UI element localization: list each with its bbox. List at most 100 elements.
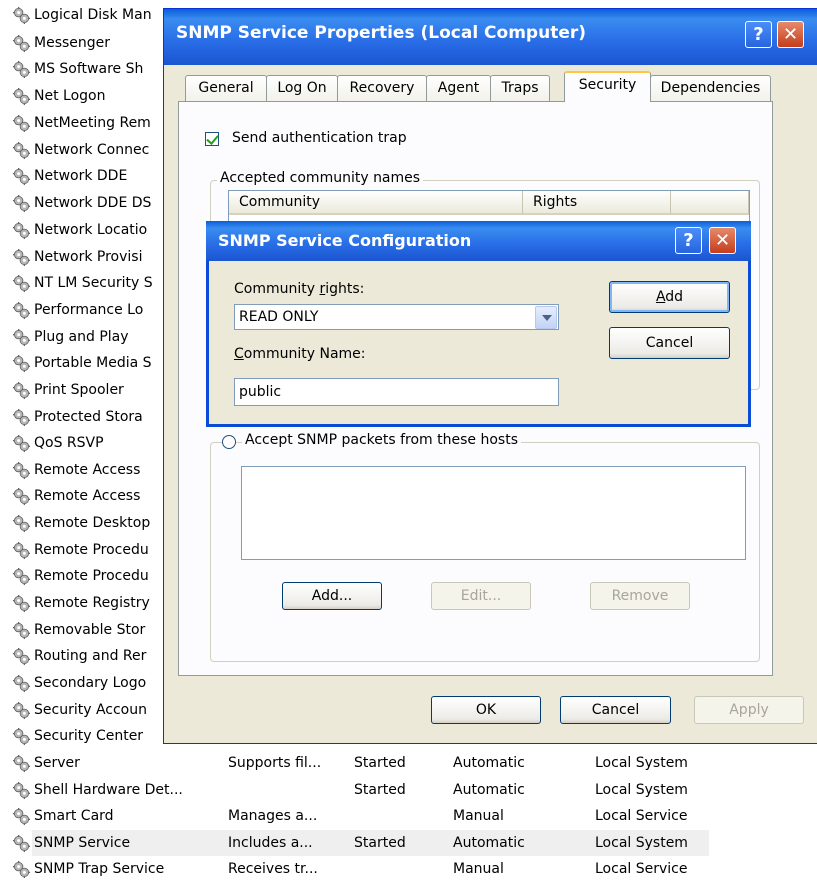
send-trap-label: Send authentication trap (232, 130, 407, 146)
service-name: Remote Desktop (34, 515, 151, 531)
service-row[interactable]: Server Supports fil... Started Automatic Loc… (0, 750, 817, 776)
gear-icon (12, 6, 31, 25)
column-community[interactable]: Community (229, 191, 523, 215)
config-close-button[interactable]: ✕ (709, 227, 736, 254)
hosts-remove-button[interactable]: Remove (590, 582, 690, 610)
service-name: Secondary Logo (34, 675, 147, 691)
gear-icon (12, 461, 31, 480)
service-name: Portable Media S (34, 355, 152, 371)
gear-icon (12, 594, 31, 613)
gear-icon (12, 114, 31, 133)
column-rights[interactable]: Rights (523, 191, 671, 215)
gear-icon (12, 621, 31, 640)
gear-icon (12, 860, 31, 879)
service-name: Protected Stora (34, 409, 143, 425)
gear-icon (12, 141, 31, 160)
gear-icon (12, 87, 31, 106)
service-name: Messenger (34, 35, 111, 51)
config-titlebar[interactable]: SNMP Service Configuration ? ✕ (206, 221, 751, 261)
service-name: Server (34, 755, 80, 771)
gear-icon (12, 567, 31, 586)
service-name: Network Provisi (34, 249, 143, 265)
tab-security[interactable]: Security (564, 71, 651, 102)
accept-hosts-radio[interactable] (222, 435, 236, 449)
service-description: Receives tr... (228, 861, 318, 877)
service-startup-type: Manual (453, 861, 504, 877)
service-description: Includes a... (228, 835, 313, 851)
help-button[interactable]: ? (745, 21, 772, 48)
service-name: Remote Procedu (34, 568, 149, 584)
service-name: Remote Procedu (34, 542, 149, 558)
community-rights-combo[interactable]: READ ONLY (234, 304, 559, 330)
service-row[interactable]: Smart Card Manages a... Manual Local Servic… (0, 803, 817, 829)
community-rights-value: READ ONLY (239, 309, 319, 325)
cancel-button[interactable]: Cancel (560, 696, 671, 724)
service-name: Smart Card (34, 808, 114, 824)
service-name: NT LM Security S (34, 275, 153, 291)
service-name: Network DDE (34, 168, 128, 184)
close-button[interactable]: ✕ (777, 21, 804, 48)
ok-button[interactable]: OK (431, 696, 541, 724)
gear-icon (12, 34, 31, 53)
apply-button[interactable]: Apply (694, 696, 804, 724)
tab-traps[interactable]: Traps (490, 75, 550, 101)
service-name: Net Logon (34, 88, 106, 104)
config-cancel-button[interactable]: Cancel (609, 327, 730, 359)
hosts-list[interactable] (241, 466, 746, 560)
service-name: Network Locatio (34, 222, 148, 238)
gear-icon (12, 434, 31, 453)
community-name-field[interactable] (234, 378, 559, 406)
tab-recovery[interactable]: Recovery (337, 75, 427, 101)
accept-hosts-label: Accept SNMP packets from these hosts (242, 432, 521, 448)
gear-icon (12, 60, 31, 79)
gear-icon (12, 754, 31, 773)
gear-icon (12, 781, 31, 800)
service-row[interactable]: Shell Hardware Det... Started Automatic Loc… (0, 777, 817, 803)
service-row[interactable]: SNMP Service Includes a... Started Automati… (0, 830, 817, 856)
config-add-button[interactable]: Add (609, 281, 730, 313)
gear-icon (12, 354, 31, 373)
hosts-add-button[interactable]: Add... (282, 582, 382, 610)
service-status: Started (354, 755, 406, 771)
service-logon: Local Service (595, 861, 688, 877)
tab-agent[interactable]: Agent (426, 75, 491, 101)
service-logon: Local System (595, 835, 688, 851)
chevron-down-icon[interactable] (535, 306, 557, 329)
service-name: Remote Access (34, 488, 141, 504)
gear-icon (12, 727, 31, 746)
service-startup-type: Automatic (453, 835, 525, 851)
service-startup-type: Automatic (453, 782, 525, 798)
gear-icon (12, 487, 31, 506)
service-name: Security Accoun (34, 702, 147, 718)
config-title: SNMP Service Configuration (218, 231, 472, 250)
gear-icon (12, 301, 31, 320)
properties-titlebar[interactable]: SNMP Service Properties (Local Computer)… (164, 9, 817, 65)
service-name: Logical Disk Man (34, 7, 152, 23)
service-name: NetMeeting Rem (34, 115, 151, 131)
service-logon: Local System (595, 755, 688, 771)
gear-icon (12, 167, 31, 186)
send-trap-checkbox[interactable] (205, 132, 219, 146)
service-name: SNMP Service (34, 835, 131, 851)
service-description: Manages a... (228, 808, 318, 824)
community-rights-label: Community rights: (234, 281, 365, 297)
service-name: MS Software Sh (34, 61, 144, 77)
gear-icon (12, 807, 31, 826)
gear-icon (12, 248, 31, 267)
config-help-button[interactable]: ? (675, 227, 702, 254)
service-name: Removable Stor (34, 622, 146, 638)
service-name: Remote Registry (34, 595, 150, 611)
gear-icon (12, 647, 31, 666)
service-name: Performance Lo (34, 302, 144, 318)
gear-icon (12, 701, 31, 720)
properties-title: SNMP Service Properties (Local Computer) (176, 23, 587, 43)
service-row[interactable]: SNMP Trap Service Receives tr... Manual Loc… (0, 856, 817, 882)
tab-general[interactable]: General (185, 75, 267, 101)
service-name: SNMP Trap Service (34, 861, 165, 877)
service-startup-type: Manual (453, 808, 504, 824)
column-spacer (671, 191, 749, 215)
tab-dependencies[interactable]: Dependencies (650, 75, 771, 101)
service-name: Routing and Rer (34, 648, 147, 664)
tab-log-on[interactable]: Log On (266, 75, 338, 101)
hosts-edit-button[interactable]: Edit... (431, 582, 531, 610)
